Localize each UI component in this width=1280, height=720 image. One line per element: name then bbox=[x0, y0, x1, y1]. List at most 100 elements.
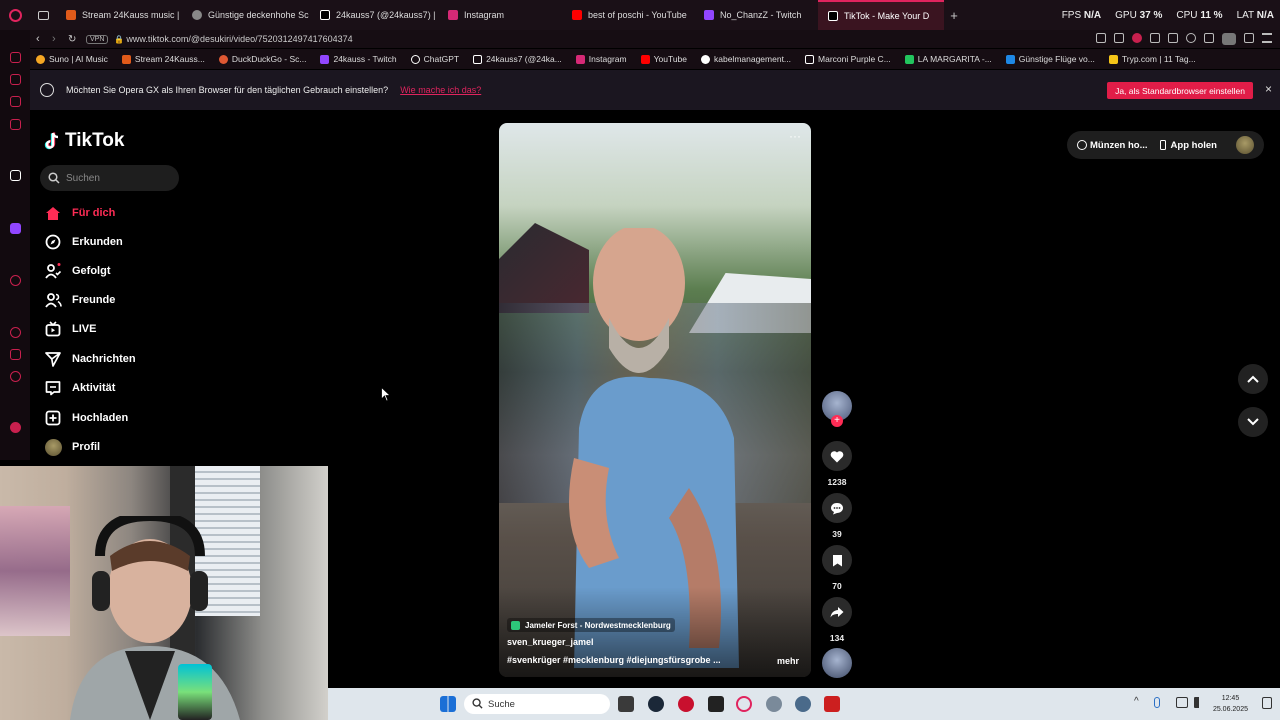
settings-taskbar-icon[interactable] bbox=[795, 696, 811, 712]
app-radio-icon[interactable] bbox=[824, 696, 840, 712]
windows-start-icon[interactable] bbox=[440, 696, 456, 712]
settings-icon[interactable] bbox=[10, 371, 21, 382]
follow-plus-icon[interactable]: + bbox=[831, 415, 843, 427]
app-dark-icon[interactable] bbox=[708, 696, 724, 712]
save-action[interactable]: 70 bbox=[822, 545, 852, 591]
bookmark-chatgpt[interactable]: ChatGPT bbox=[410, 54, 459, 64]
share-icon[interactable] bbox=[822, 597, 852, 627]
url-field[interactable]: www.tiktok.com/@desukiri/video/752031249… bbox=[126, 34, 352, 44]
previous-video-button[interactable] bbox=[1238, 364, 1268, 394]
player-icon[interactable] bbox=[10, 275, 21, 286]
history-icon[interactable] bbox=[10, 327, 21, 338]
bookmark-tiktok[interactable]: 24kauss7 (@24ka... bbox=[473, 54, 562, 64]
heart-icon[interactable] bbox=[1186, 33, 1196, 43]
bookmark-guenstige-fluege[interactable]: Günstige Flüge vo... bbox=[1005, 54, 1095, 64]
tab-twitch[interactable]: No_ChanzZ - Twitch bbox=[694, 0, 818, 30]
tiktok-logo[interactable]: TikTok bbox=[44, 130, 124, 152]
steam-icon[interactable] bbox=[648, 696, 664, 712]
tab-instagram[interactable]: Instagram bbox=[438, 0, 562, 30]
tiktok-sidebar-icon[interactable] bbox=[10, 170, 21, 181]
set-default-browser-button[interactable]: Ja, als Standardbrowser einstellen bbox=[1107, 82, 1253, 99]
comment-action[interactable]: 39 bbox=[822, 493, 852, 539]
tab-guenstige-deckenhohe[interactable]: Günstige deckenhohe Sc bbox=[182, 0, 310, 30]
taskbar-search[interactable]: Suche bbox=[464, 694, 610, 714]
profile-avatar[interactable] bbox=[1222, 33, 1236, 45]
shopping-bag-icon[interactable] bbox=[10, 74, 21, 85]
download-icon[interactable] bbox=[1244, 33, 1254, 43]
network-icon[interactable] bbox=[1176, 697, 1188, 708]
adblock-icon[interactable] bbox=[1132, 33, 1142, 43]
tab-stream-24kauss[interactable]: Stream 24Kauss music | bbox=[56, 0, 182, 30]
share-action[interactable]: 134 bbox=[822, 597, 852, 643]
more-icon[interactable] bbox=[10, 422, 21, 433]
extensions-icon[interactable] bbox=[1204, 33, 1214, 43]
bookmark-youtube[interactable]: YouTube bbox=[640, 54, 687, 64]
video-author[interactable]: sven_krueger_jamel bbox=[507, 637, 594, 647]
nav-profile[interactable]: Profil bbox=[44, 437, 100, 457]
back-icon[interactable]: ‹ bbox=[36, 33, 52, 45]
get-app-button[interactable]: App holen bbox=[1159, 140, 1217, 151]
bookmark-marconi[interactable]: Marconi Purple C... bbox=[805, 54, 891, 64]
nav-live[interactable]: LIVE bbox=[44, 319, 96, 339]
opera-gx-icon[interactable] bbox=[0, 0, 30, 30]
volume-icon[interactable] bbox=[1194, 697, 1206, 708]
bookmark-instagram[interactable]: Instagram bbox=[575, 54, 627, 64]
bookmark-tryp[interactable]: Tryp.com | 11 Tag... bbox=[1108, 54, 1196, 64]
nav-friends[interactable]: Freunde bbox=[44, 290, 115, 310]
video-player[interactable]: ··· Jameler Forst - Nordwestmecklenburg … bbox=[499, 123, 811, 677]
translate-icon[interactable] bbox=[1150, 33, 1160, 43]
bookmark-kabelmanagement[interactable]: kabelmanagement... bbox=[701, 54, 791, 64]
creator-avatar[interactable]: + bbox=[822, 391, 852, 427]
nav-activity[interactable]: Aktivität bbox=[44, 378, 115, 398]
bookmark-icon[interactable] bbox=[822, 545, 852, 575]
heart-icon[interactable] bbox=[822, 441, 852, 471]
forward-icon[interactable]: › bbox=[52, 33, 68, 45]
sound-avatar[interactable] bbox=[822, 648, 852, 678]
tab-tiktok-active[interactable]: TikTok - Make Your D bbox=[818, 0, 944, 30]
new-tab-button[interactable]: + bbox=[944, 8, 964, 23]
nav-upload[interactable]: Hochladen bbox=[44, 408, 128, 428]
tray-chevron-up-icon[interactable]: ^ bbox=[1134, 696, 1139, 707]
opera-gx-taskbar-icon[interactable] bbox=[736, 696, 752, 712]
video-more-link[interactable]: mehr bbox=[777, 656, 799, 666]
tab-youtube[interactable]: best of poschi - YouTube bbox=[562, 0, 694, 30]
snapshot-icon[interactable] bbox=[1114, 33, 1124, 43]
notification-icon[interactable] bbox=[1262, 697, 1272, 709]
play-icon[interactable] bbox=[1168, 33, 1178, 43]
tab-24kauss7-tiktok[interactable]: 24kauss7 (@24kauss7) | bbox=[310, 0, 438, 30]
nav-explore[interactable]: Erkunden bbox=[44, 232, 123, 252]
extensions-icon[interactable] bbox=[10, 349, 21, 360]
nav-following[interactable]: Gefolgt bbox=[44, 261, 111, 281]
next-video-button[interactable] bbox=[1238, 407, 1268, 437]
profile-avatar[interactable] bbox=[1236, 136, 1254, 154]
messenger-icon[interactable] bbox=[10, 96, 21, 107]
video-more-menu[interactable]: ··· bbox=[789, 129, 801, 143]
close-icon[interactable]: × bbox=[1265, 82, 1272, 96]
nav-for-you[interactable]: Für dich bbox=[44, 203, 115, 223]
video-hashtags[interactable]: #svenkrüger #mecklenburg #diejungsfürsgr… bbox=[507, 655, 721, 665]
pin-icon[interactable] bbox=[1096, 33, 1106, 43]
speed-dial-icon[interactable] bbox=[10, 52, 21, 63]
app-red-icon[interactable] bbox=[678, 696, 694, 712]
search-input[interactable]: Suchen bbox=[40, 165, 179, 191]
notice-help-link[interactable]: Wie mache ich das? bbox=[400, 85, 481, 95]
nav-messages[interactable]: Nachrichten bbox=[44, 349, 136, 369]
mic-icon[interactable] bbox=[1154, 697, 1160, 708]
get-coins-button[interactable]: Münzen ho... bbox=[1077, 140, 1148, 151]
reload-icon[interactable]: ↻ bbox=[68, 34, 86, 45]
location-tag[interactable]: Jameler Forst - Nordwestmecklenburg bbox=[507, 618, 675, 632]
app-gear-icon[interactable] bbox=[766, 696, 782, 712]
gx-control-icon[interactable] bbox=[10, 119, 21, 130]
bookmark-duckduckgo[interactable]: DuckDuckGo - Sc... bbox=[218, 54, 306, 64]
tab-overview-icon[interactable] bbox=[30, 0, 56, 30]
taskbar-clock[interactable]: 12:45 25.06.2025 bbox=[1213, 693, 1248, 715]
bookmark-suno[interactable]: Suno | AI Music bbox=[36, 54, 108, 64]
vpn-badge[interactable]: VPN bbox=[86, 34, 109, 44]
twitch-sidebar-icon[interactable] bbox=[10, 223, 21, 234]
bookmark-la-margarita[interactable]: LA MARGARITA -... bbox=[904, 54, 992, 64]
task-view-icon[interactable] bbox=[618, 696, 634, 712]
bookmark-twitch[interactable]: 24kauss - Twitch bbox=[320, 54, 397, 64]
bookmark-stream-24kauss[interactable]: Stream 24Kauss... bbox=[121, 54, 205, 64]
menu-icon[interactable] bbox=[1262, 33, 1272, 43]
like-action[interactable]: 1238 bbox=[822, 441, 852, 487]
